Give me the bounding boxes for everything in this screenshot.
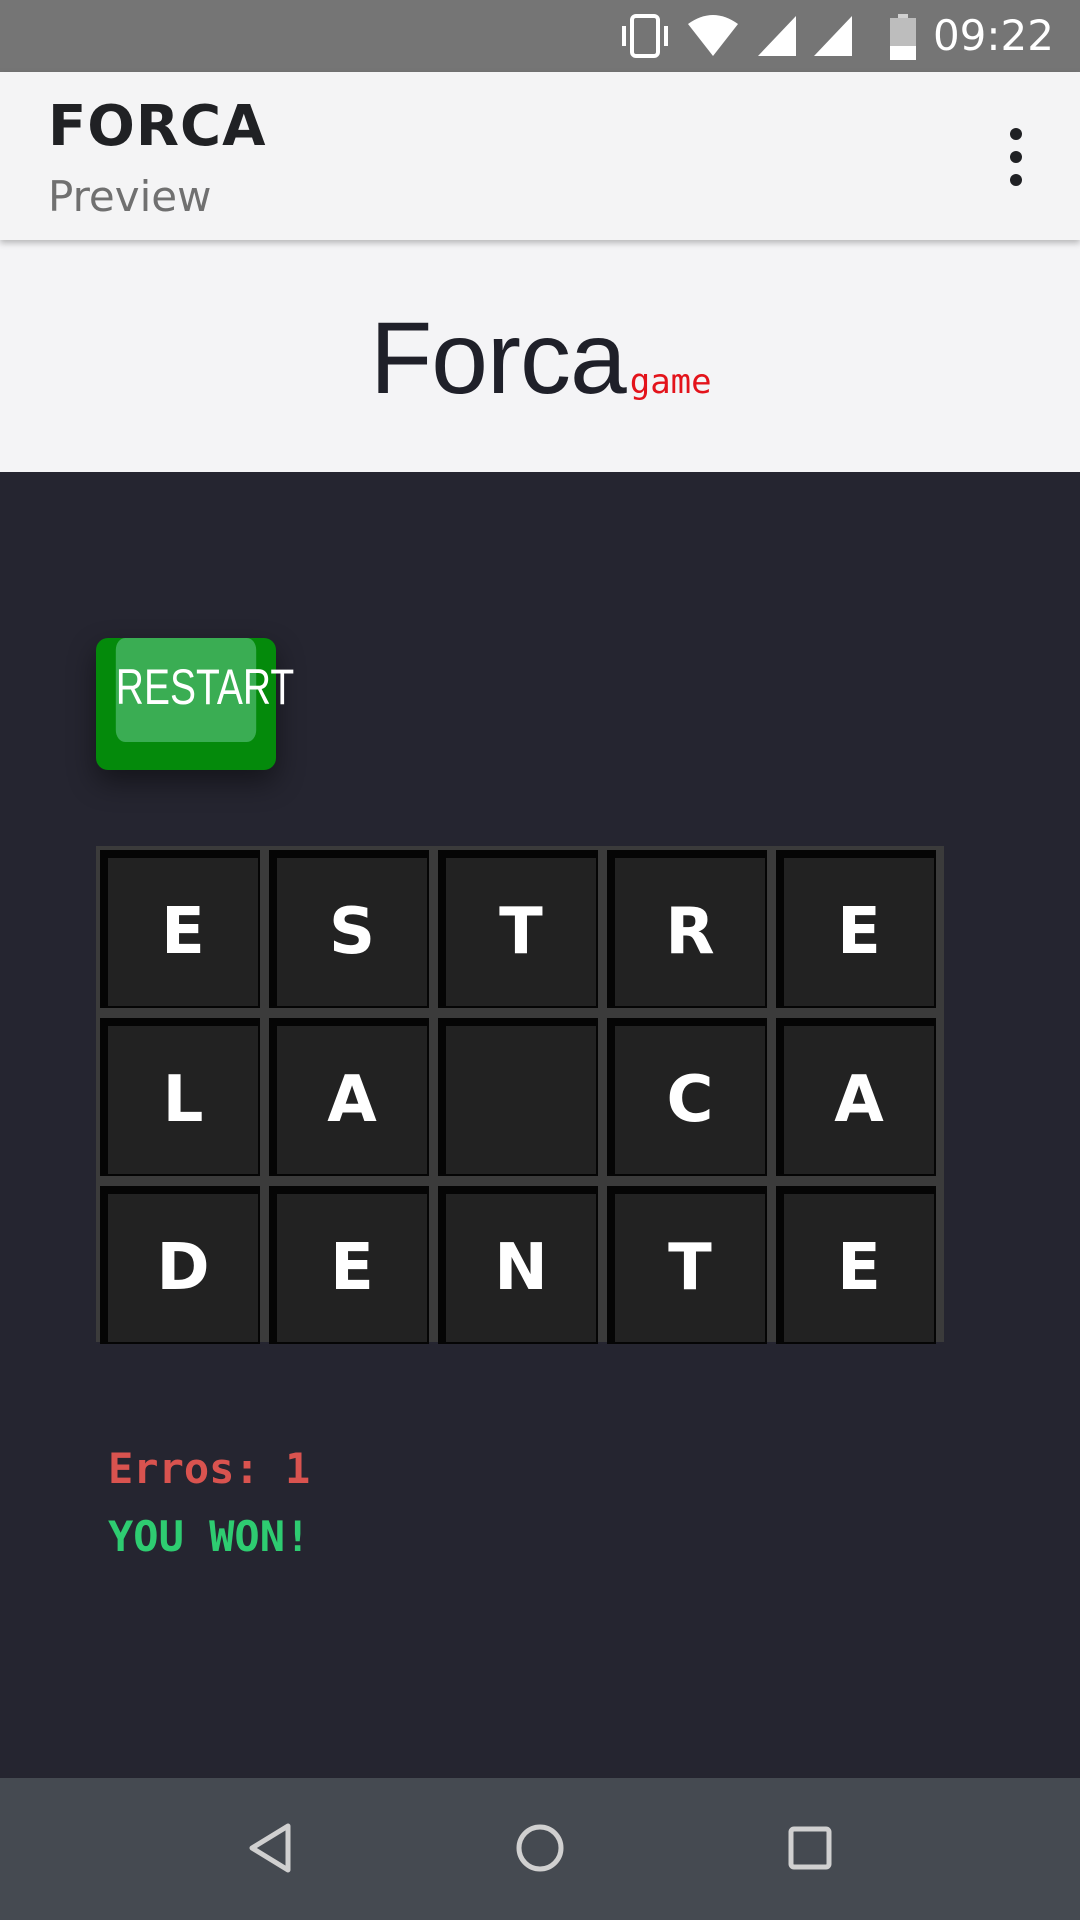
status-bar: 09:22	[0, 0, 1080, 72]
letter-cell: E	[269, 1186, 429, 1344]
letter-cell: T	[438, 850, 598, 1008]
game-header: Forca game	[0, 240, 1080, 472]
letter-cell: S	[269, 850, 429, 1008]
restart-button[interactable]: RESTART	[96, 638, 294, 770]
letter-cell: T	[607, 1186, 767, 1344]
logo-suffix-text: game	[629, 362, 712, 402]
letter-cell: R	[607, 850, 767, 1008]
signal-icon	[758, 16, 796, 56]
vibrate-icon	[622, 14, 668, 58]
letter-cell: L	[100, 1018, 260, 1176]
letter-cell: A	[269, 1018, 429, 1176]
back-icon[interactable]	[246, 1822, 294, 1874]
letter-cell	[438, 1018, 598, 1176]
more-vert-icon[interactable]	[992, 128, 1040, 192]
wifi-icon	[688, 15, 738, 56]
letter-cell: N	[438, 1186, 598, 1344]
recents-icon[interactable]	[786, 1822, 834, 1874]
word-board: E S T R E L A C A D E N T E	[96, 846, 944, 1344]
letter-cell: A	[776, 1018, 936, 1176]
battery-icon	[890, 14, 916, 60]
letter-cell: E	[776, 1186, 936, 1344]
home-icon[interactable]	[514, 1822, 566, 1874]
app-title: FORCA	[48, 94, 267, 159]
game-area: RESTART E S T R E L A C A D E N T E Erro…	[0, 472, 1080, 1778]
app-bar: FORCA Preview	[0, 72, 1080, 240]
game-logo: Forca game	[370, 300, 712, 417]
letter-cell: D	[100, 1186, 260, 1344]
app-subtitle: Preview	[48, 172, 212, 221]
system-nav-bar	[0, 1778, 1080, 1920]
signal-icon	[814, 16, 852, 56]
status-time: 09:22	[932, 11, 1054, 60]
errors-counter: Erros: 1	[108, 1444, 311, 1493]
letter-cell: E	[100, 850, 260, 1008]
letter-cell: E	[776, 850, 936, 1008]
logo-main-text: Forca	[370, 301, 627, 415]
restart-button-label: RESTART	[115, 638, 294, 742]
result-message: YOU WON!	[108, 1512, 311, 1561]
letter-cell: C	[607, 1018, 767, 1176]
